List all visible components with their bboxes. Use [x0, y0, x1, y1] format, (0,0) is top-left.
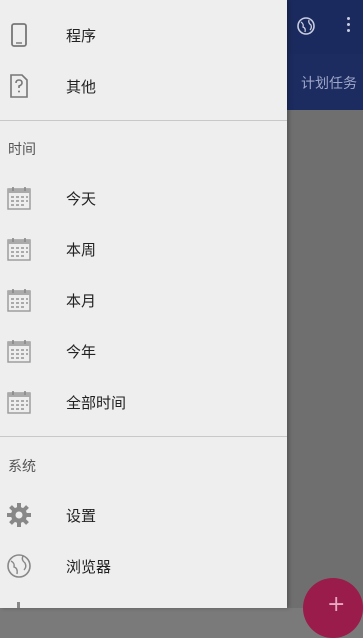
drawer-item-label: 本周 [66, 241, 97, 259]
drawer-item-label: 程序 [66, 27, 97, 45]
gear-icon [7, 503, 31, 527]
section-title-system: 系统 [8, 459, 36, 475]
drawer-item-label: 设置 [66, 507, 97, 525]
calendar-icon [7, 238, 31, 261]
phone-icon [11, 23, 27, 47]
drawer-item-today[interactable]: 今天 [0, 173, 287, 223]
next-item-icon [17, 602, 20, 608]
calendar-icon [7, 340, 31, 363]
drawer-item-settings[interactable]: 设置 [0, 490, 287, 540]
more-options-icon[interactable] [341, 14, 355, 38]
browser-toolbar-icon[interactable] [296, 16, 316, 36]
drawer-item-browser[interactable]: 浏览器 [0, 541, 287, 591]
tab-scheduled-tasks[interactable]: 计划任务 [301, 73, 357, 93]
section-title-time: 时间 [8, 142, 36, 158]
drawer-item-this-month[interactable]: 本月 [0, 275, 287, 325]
drawer-item-label: 其他 [66, 78, 97, 96]
drawer-item-programs[interactable]: 程序 [0, 10, 287, 60]
calendar-icon [7, 391, 31, 414]
drawer-item-label: 全部时间 [66, 394, 127, 412]
calendar-icon [7, 187, 31, 210]
section-divider [0, 120, 287, 121]
calendar-icon [7, 289, 31, 312]
navigation-drawer: 程序 其他 时间 今天 本周 本月 今年 全部时间 系统 设置 浏览器 [0, 0, 287, 608]
plus-icon: + [327, 592, 346, 617]
drawer-item-label: 今天 [66, 190, 97, 208]
globe-icon [7, 554, 31, 578]
drawer-item-this-year[interactable]: 今年 [0, 326, 287, 376]
section-divider [0, 436, 287, 437]
drawer-item-other[interactable]: 其他 [0, 61, 287, 111]
drawer-item-this-week[interactable]: 本周 [0, 224, 287, 274]
drawer-item-label: 本月 [66, 292, 97, 310]
drawer-item-all-time[interactable]: 全部时间 [0, 377, 287, 427]
drawer-item-label: 今年 [66, 343, 97, 361]
drawer-item-label: 浏览器 [66, 558, 112, 576]
unknown-file-icon [10, 74, 28, 98]
